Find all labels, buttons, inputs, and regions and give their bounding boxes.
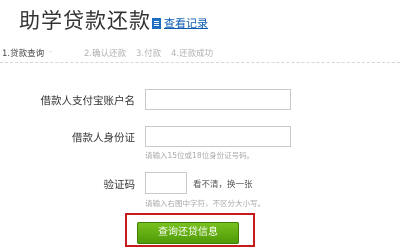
step-4: 4.还款成功 (171, 49, 214, 59)
document-icon (152, 17, 161, 29)
step-1: 1.贷款查询 (2, 49, 45, 59)
captcha-label: 验证码 (103, 179, 136, 191)
alipay-account-label: 借款人支付宝账户名 (40, 95, 136, 107)
id-card-input[interactable] (145, 126, 291, 147)
step-3: 3.付款 (136, 49, 162, 59)
step-separator: - (49, 47, 53, 57)
id-card-label: 借款人身份证 (72, 132, 135, 144)
step-indicator: 1.贷款查询 - 2.确认还款 3.付款 4.还款成功 (0, 44, 400, 62)
view-records-link[interactable]: 查看记录 (152, 15, 208, 31)
alipay-account-input[interactable] (145, 89, 291, 110)
step-2: 2.确认还款 (84, 49, 127, 59)
page-title: 助学贷款还款 (19, 9, 151, 33)
steps-divider (0, 62, 400, 63)
view-records-label: 查看记录 (164, 17, 208, 30)
captcha-refresh-link[interactable]: 看不清，换一张 (193, 178, 253, 190)
captcha-hint: 请输入右图中字符，不区分大小写。 (145, 199, 265, 208)
id-card-hint: 请输入15位或18位身份证号码。 (145, 151, 255, 160)
query-repayment-button[interactable]: 查询还贷信息 (137, 222, 239, 244)
captcha-input[interactable] (145, 172, 187, 194)
